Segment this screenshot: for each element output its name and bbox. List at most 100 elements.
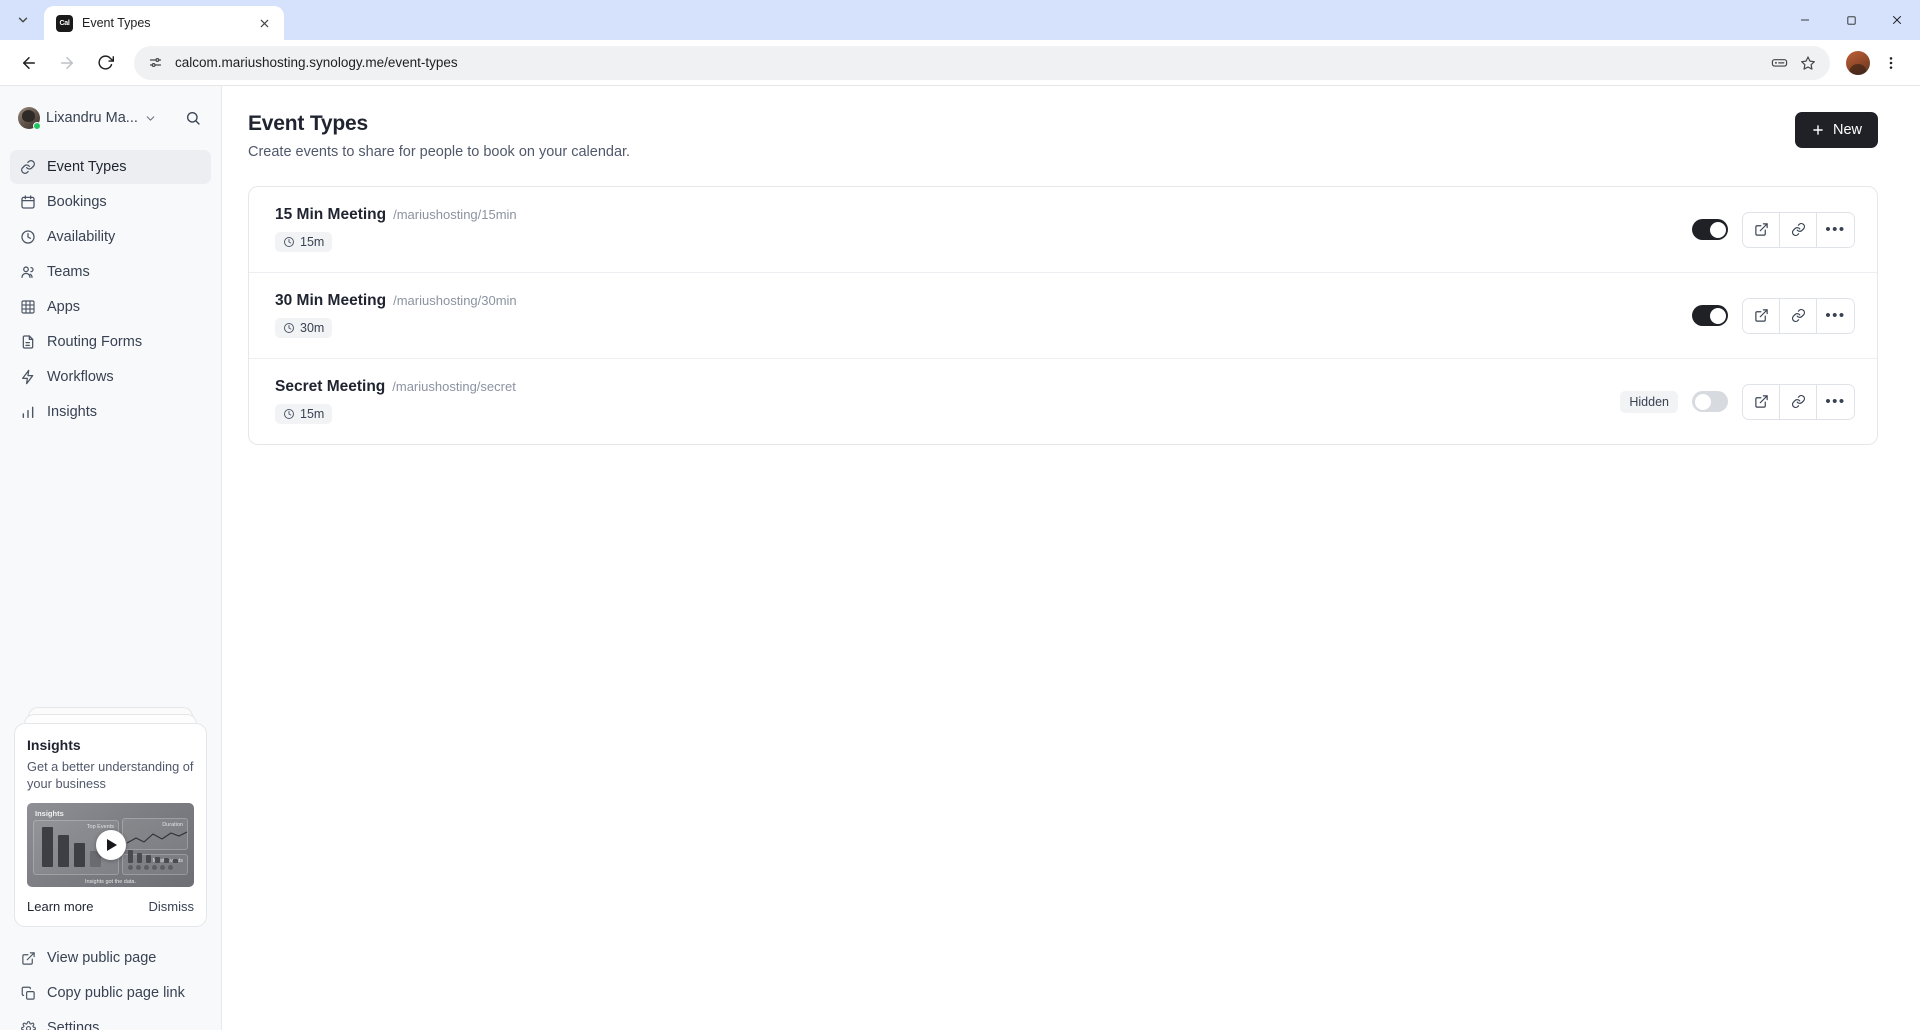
dismiss-link[interactable]: Dismiss	[149, 899, 195, 914]
sidebar-item-settings[interactable]: Settings	[10, 1011, 211, 1030]
sidebar-item-routing-forms[interactable]: Routing Forms	[10, 325, 211, 359]
sparkline-icon	[127, 831, 187, 844]
table-row[interactable]: 15 Min Meeting /mariushosting/15min 15m	[249, 187, 1877, 273]
event-action-button-group: •••	[1742, 297, 1855, 334]
duration-text: 30m	[300, 321, 325, 335]
sidebar-item-apps[interactable]: Apps	[10, 290, 211, 324]
window-close-icon[interactable]	[1874, 0, 1920, 40]
event-visibility-toggle[interactable]	[1692, 219, 1728, 240]
duration-text: 15m	[300, 407, 325, 421]
sidebar-item-teams[interactable]: Teams	[10, 255, 211, 289]
kebab-menu-icon[interactable]	[1874, 46, 1908, 80]
promo-subtitle: Get a better understanding of your busin…	[27, 758, 194, 791]
event-types-list: 15 Min Meeting /mariushosting/15min 15m	[248, 186, 1878, 445]
minimize-icon[interactable]	[1782, 0, 1828, 40]
external-link-icon	[20, 950, 36, 966]
star-icon[interactable]	[1800, 55, 1816, 71]
sidebar-item-label: Copy public page link	[47, 985, 185, 1001]
copy-link-icon[interactable]	[1780, 384, 1817, 419]
gear-icon	[20, 1020, 36, 1030]
maximize-icon[interactable]	[1828, 0, 1874, 40]
sidebar-item-label: Teams	[47, 264, 90, 280]
event-slug: /mariushosting/secret	[392, 379, 516, 394]
event-visibility-toggle[interactable]	[1692, 391, 1728, 412]
more-options-ellipsis-icon[interactable]: •••	[1817, 384, 1854, 419]
promo-title: Insights	[27, 736, 81, 753]
sidebar-nav: Event Types Bookings Availability Teams	[0, 144, 221, 429]
sidebar-item-label: Routing Forms	[47, 334, 143, 350]
table-row[interactable]: 30 Min Meeting /mariushosting/30min 30m	[249, 273, 1877, 359]
password-key-icon[interactable]	[1771, 54, 1788, 71]
preview-external-link-icon[interactable]	[1743, 212, 1780, 247]
duration-badge: 30m	[275, 318, 333, 338]
sidebar-footer-nav: View public page Copy public page link S…	[0, 941, 221, 1030]
event-action-button-group: •••	[1742, 211, 1855, 248]
sidebar-item-event-types[interactable]: Event Types	[10, 150, 211, 184]
more-options-ellipsis-icon[interactable]: •••	[1817, 298, 1854, 333]
preview-external-link-icon[interactable]	[1743, 298, 1780, 333]
browser-profile-avatar[interactable]	[1846, 50, 1870, 75]
sidebar-item-insights[interactable]: Insights	[10, 395, 211, 429]
thumb-panel-caption: Duration	[162, 822, 183, 828]
thumbnail-caption: Insights got the data.	[84, 879, 137, 885]
table-row[interactable]: Secret Meeting /mariushosting/secret 15m…	[249, 359, 1877, 444]
sidebar-item-label: Settings	[47, 1020, 100, 1030]
sidebar-item-label: Apps	[47, 299, 81, 315]
users-icon	[20, 264, 36, 280]
event-info: 30 Min Meeting /mariushosting/30min 30m	[275, 292, 1692, 339]
forward-arrow-icon	[50, 46, 84, 80]
page-header: Event Types Create events to share for p…	[248, 112, 1878, 160]
window-controls	[1782, 0, 1920, 40]
tab-search-icon[interactable]	[8, 5, 38, 35]
browser-tab-strip: Cal Event Types	[0, 0, 1920, 40]
reload-icon[interactable]	[88, 46, 122, 80]
document-icon	[20, 334, 36, 350]
sidebar-item-label: View public page	[47, 950, 157, 966]
learn-more-link[interactable]: Learn more	[27, 899, 93, 914]
back-arrow-icon[interactable]	[12, 46, 46, 80]
close-icon[interactable]	[254, 13, 274, 33]
play-icon[interactable]	[95, 830, 126, 860]
clock-icon	[20, 229, 36, 245]
copy-link-icon[interactable]	[1780, 298, 1817, 333]
sidebar-item-label: Workflows	[47, 369, 114, 385]
page-settings-icon[interactable]	[148, 55, 163, 70]
url-text: calcom.mariushosting.synology.me/event-t…	[175, 55, 458, 70]
org-switcher[interactable]: Lixandru Ma...	[0, 86, 221, 144]
preview-external-link-icon[interactable]	[1743, 384, 1780, 419]
tab-title: Event Types	[82, 16, 151, 30]
sidebar-item-bookings[interactable]: Bookings	[10, 185, 211, 219]
sidebar-item-view-public-page[interactable]: View public page	[10, 941, 211, 975]
event-actions: •••	[1692, 297, 1855, 334]
clock-icon	[283, 236, 295, 248]
browser-tab[interactable]: Cal Event Types	[44, 6, 284, 40]
event-slug: /mariushosting/30min	[393, 293, 517, 308]
event-title[interactable]: Secret Meeting	[275, 378, 385, 396]
event-slug: /mariushosting/15min	[393, 207, 517, 222]
event-title[interactable]: 15 Min Meeting	[275, 206, 386, 224]
browser-toolbar: calcom.mariushosting.synology.me/event-t…	[0, 40, 1920, 85]
link-icon	[20, 159, 36, 175]
address-bar[interactable]: calcom.mariushosting.synology.me/event-t…	[134, 45, 1830, 80]
more-options-ellipsis-icon[interactable]: •••	[1817, 212, 1854, 247]
event-title[interactable]: 30 Min Meeting	[275, 292, 386, 310]
sidebar-item-copy-public-page-link[interactable]: Copy public page link	[10, 976, 211, 1010]
sidebar-item-label: Event Types	[47, 159, 127, 175]
event-info: Secret Meeting /mariushosting/secret 15m	[275, 378, 1620, 425]
promo-video-thumbnail[interactable]: Insights Top Events Duration Insights go…	[27, 803, 194, 887]
sidebar-item-workflows[interactable]: Workflows	[10, 360, 211, 394]
search-icon[interactable]	[179, 104, 207, 132]
copy-link-icon[interactable]	[1780, 212, 1817, 247]
online-status-dot	[33, 122, 41, 130]
page-title: Event Types	[248, 112, 368, 135]
sidebar-item-availability[interactable]: Availability	[10, 220, 211, 254]
new-event-type-button[interactable]: New	[1794, 112, 1878, 148]
event-info: 15 Min Meeting /mariushosting/15min 15m	[275, 206, 1692, 253]
event-visibility-toggle[interactable]	[1692, 305, 1728, 326]
insights-promo-card: Insights Get a better understanding of y…	[14, 706, 207, 927]
sidebar-item-label: Availability	[47, 229, 116, 245]
page-subtitle: Create events to share for people to boo…	[248, 144, 631, 160]
chevron-down-icon[interactable]	[144, 112, 157, 125]
app-shell: Lixandru Ma... Event Types Bookings Avai…	[0, 85, 1920, 1030]
